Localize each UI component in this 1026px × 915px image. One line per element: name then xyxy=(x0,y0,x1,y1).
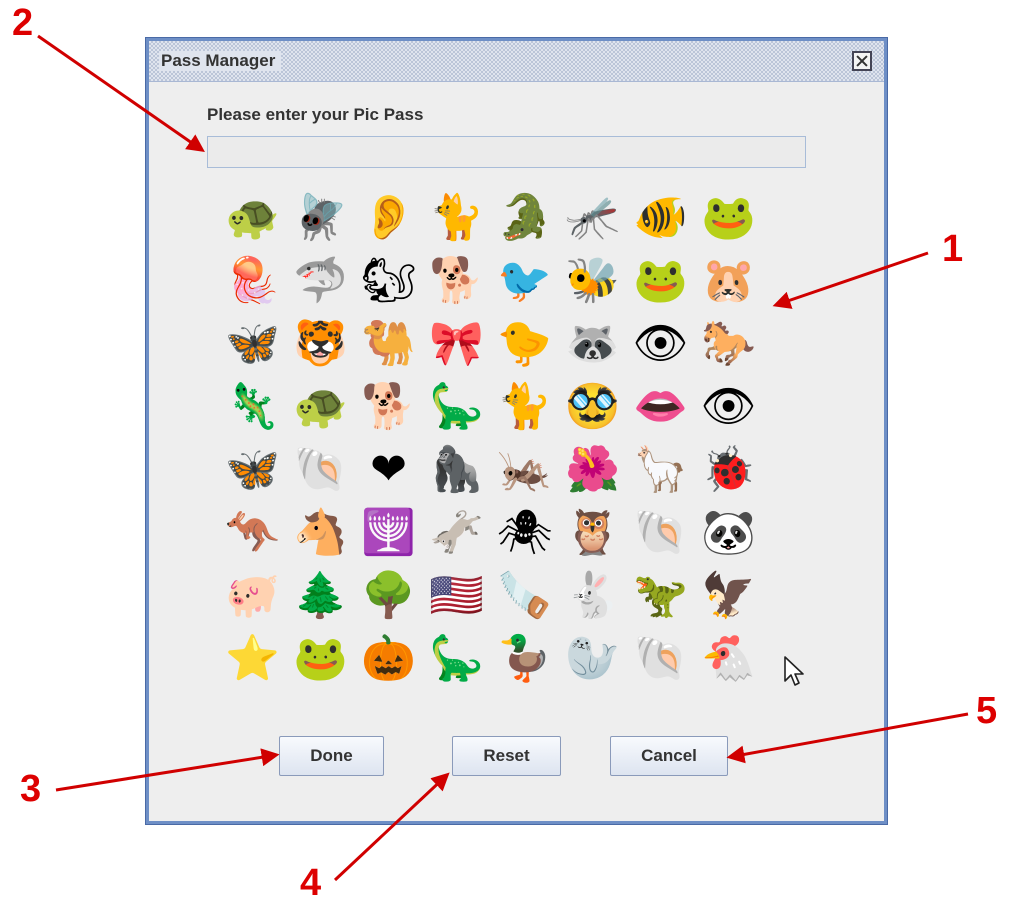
annotation-arrows xyxy=(37,34,969,882)
callout-1: 1 xyxy=(942,228,964,270)
arrow-4 xyxy=(333,772,450,882)
arrow-1 xyxy=(772,251,929,309)
arrow-2 xyxy=(37,34,205,153)
callout-2: 2 xyxy=(12,2,34,44)
arrow-3 xyxy=(55,748,280,792)
callout-5: 5 xyxy=(976,690,998,732)
arrow-5 xyxy=(726,712,969,764)
callout-3: 3 xyxy=(20,768,42,810)
callout-4: 4 xyxy=(300,862,322,904)
